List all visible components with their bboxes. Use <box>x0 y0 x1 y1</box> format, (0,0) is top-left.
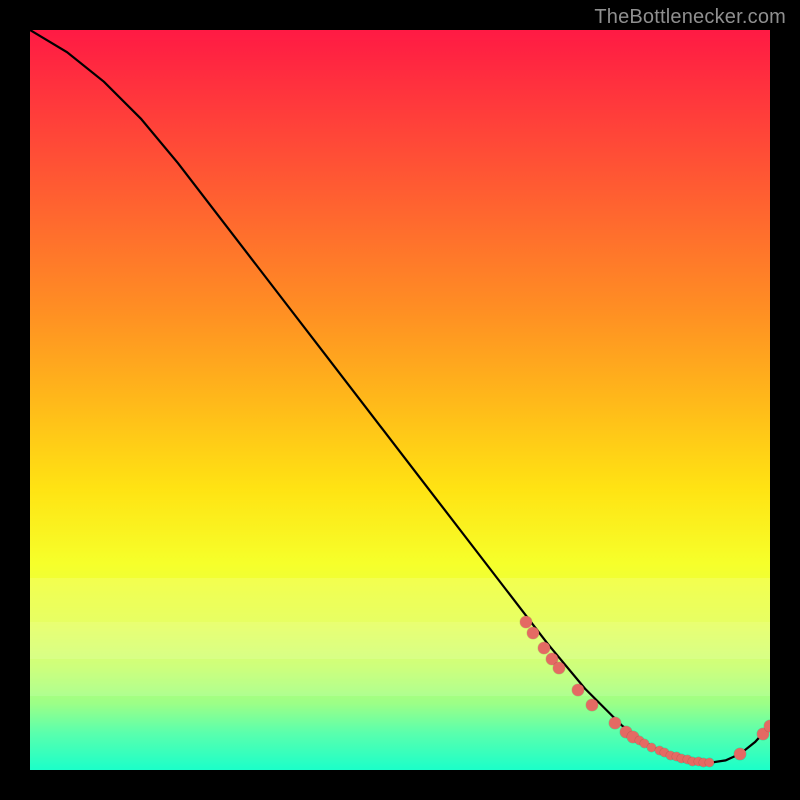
data-point <box>520 616 532 628</box>
data-point <box>553 662 565 674</box>
chart-frame: TheBottlenecker.com <box>0 0 800 800</box>
watermark-text: TheBottlenecker.com <box>594 6 786 29</box>
data-point <box>764 720 770 732</box>
data-point <box>609 717 621 729</box>
plot-area <box>30 30 770 770</box>
data-point <box>572 684 584 696</box>
data-point <box>705 758 714 767</box>
bottleneck-curve <box>30 30 770 770</box>
